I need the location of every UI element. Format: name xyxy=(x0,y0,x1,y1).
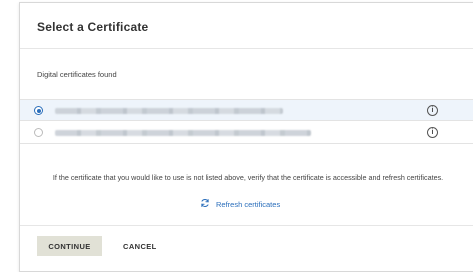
certificates-found-label: Digital certificates found xyxy=(37,70,117,79)
continue-button[interactable]: CONTINUE xyxy=(37,236,102,256)
dialog-title: Select a Certificate xyxy=(37,20,149,34)
certificate-row-2[interactable]: i xyxy=(20,122,473,144)
footer-divider xyxy=(20,225,473,226)
info-icon[interactable]: i xyxy=(427,127,438,138)
certificate-radio-1[interactable] xyxy=(34,106,43,115)
certificate-radio-2[interactable] xyxy=(34,128,43,137)
refresh-icon xyxy=(200,198,210,210)
certificate-name-redacted xyxy=(55,108,283,114)
certificate-dialog: Select a Certificate Digital certificate… xyxy=(19,2,473,272)
refresh-certificates-link[interactable]: Refresh certificates xyxy=(200,198,280,210)
certificate-name-redacted xyxy=(55,130,311,136)
refresh-label: Refresh certificates xyxy=(216,199,281,209)
info-icon[interactable]: i xyxy=(427,105,438,116)
certificate-row-1[interactable]: i xyxy=(20,99,473,121)
divider xyxy=(20,48,473,49)
cancel-button[interactable]: CANCEL xyxy=(117,236,163,256)
certificate-notice: If the certificate that you would like t… xyxy=(52,173,444,182)
